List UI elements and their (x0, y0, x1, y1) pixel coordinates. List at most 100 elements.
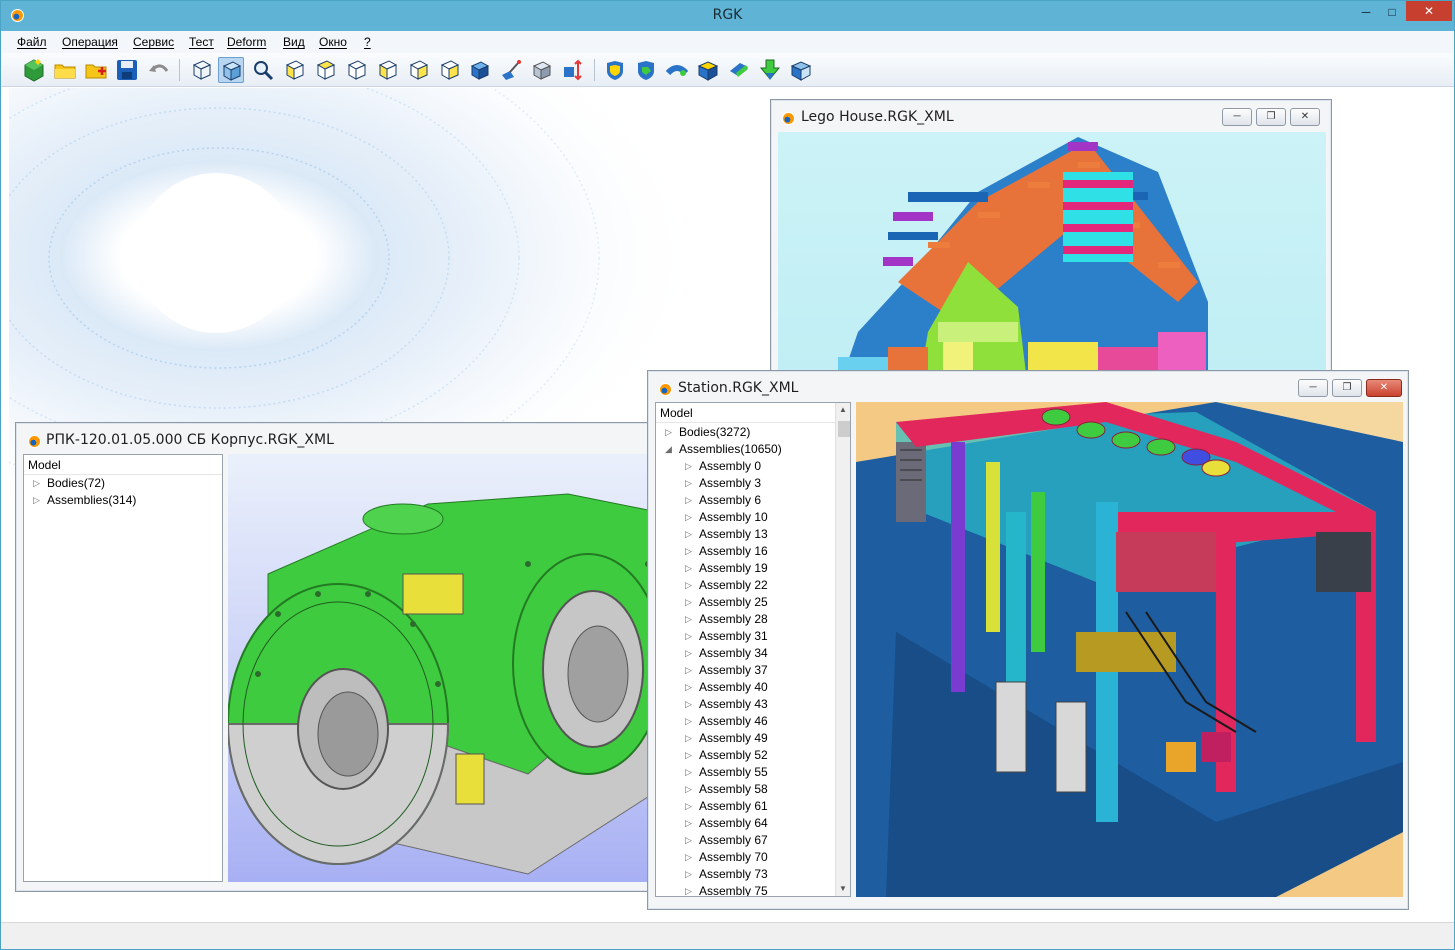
tree-item-assembly[interactable]: ▷ Assembly 67 (656, 832, 834, 849)
expand-arrow-icon[interactable]: ▷ (685, 526, 695, 543)
tree-item-bodies[interactable]: ▷ Bodies(72) (24, 475, 222, 492)
tree-item-assembly[interactable]: ▷ Assembly 58 (656, 781, 834, 798)
tree-item-assembly[interactable]: ▷ Assembly 73 (656, 866, 834, 883)
tree-item-assembly[interactable]: ▷ Assembly 40 (656, 679, 834, 696)
expand-arrow-icon[interactable]: ▷ (685, 475, 695, 492)
menu-view[interactable]: Вид (283, 35, 305, 49)
tree-item-assembly[interactable]: ▷ Assembly 75 (656, 883, 834, 896)
menu-file[interactable]: Файл (17, 35, 47, 49)
menu-deform[interactable]: Deform (227, 35, 266, 49)
expand-arrow-icon[interactable]: ▷ (33, 492, 43, 509)
new-model-button[interactable] (21, 57, 47, 83)
menu-operation[interactable]: Операция (62, 35, 118, 49)
body-cyan-button[interactable] (726, 57, 752, 83)
tree-item-assembly[interactable]: ▷ Assembly 28 (656, 611, 834, 628)
tree-item-assemblies[interactable]: ▷ Assemblies(314) (24, 492, 222, 509)
tree-item-bodies[interactable]: ▷ Bodies(3272) (656, 424, 834, 441)
tree-item-assembly[interactable]: ▷ Assembly 55 (656, 764, 834, 781)
station-window[interactable]: Station.RGK_XML ─ ❐ ✕ Model ▷ Bodies(327… (647, 370, 1409, 910)
menu-window[interactable]: Окно (319, 35, 347, 49)
expand-arrow-icon[interactable]: ▷ (685, 730, 695, 747)
tree-item-assembly[interactable]: ▷ Assembly 34 (656, 645, 834, 662)
tree-item-assembly[interactable]: ▷ Assembly 43 (656, 696, 834, 713)
view-bottom-button[interactable] (436, 57, 462, 83)
close-button[interactable]: ✕ (1406, 1, 1452, 21)
expand-arrow-icon[interactable]: ▷ (685, 509, 695, 526)
view-back-button[interactable] (312, 57, 338, 83)
section-button[interactable] (529, 57, 555, 83)
expand-arrow-icon[interactable]: ▷ (685, 849, 695, 866)
expand-arrow-icon[interactable]: ▷ (685, 883, 695, 896)
open-folder-button[interactable] (52, 57, 78, 83)
undo-button[interactable] (145, 57, 171, 83)
tree-item-assembly[interactable]: ▷ Assembly 49 (656, 730, 834, 747)
tree-item-assembly[interactable]: ▷ Assembly 16 (656, 543, 834, 560)
expand-arrow-icon[interactable]: ▷ (685, 866, 695, 883)
save-button[interactable] (114, 57, 140, 83)
body-arrow-button[interactable] (757, 57, 783, 83)
station-maximize-button[interactable]: ❐ (1332, 379, 1362, 397)
view-front-button[interactable] (281, 57, 307, 83)
pipe-button[interactable] (664, 57, 690, 83)
expand-arrow-icon[interactable]: ▷ (685, 798, 695, 815)
expand-arrow-icon[interactable]: ▷ (665, 424, 675, 441)
lego-maximize-button[interactable]: ❐ (1256, 108, 1286, 126)
expand-arrow-icon[interactable]: ▷ (685, 560, 695, 577)
scroll-down-arrow-icon[interactable]: ▼ (839, 884, 847, 893)
transform-button[interactable] (560, 57, 586, 83)
tree-item-assembly[interactable]: ▷ Assembly 37 (656, 662, 834, 679)
expand-arrow-icon[interactable]: ▷ (685, 645, 695, 662)
body-blue-button[interactable] (788, 57, 814, 83)
tree-item-assemblies[interactable]: ◢ Assemblies(10650) (656, 441, 834, 458)
tree-item-assembly[interactable]: ▷ Assembly 31 (656, 628, 834, 645)
menu-help[interactable]: ? (364, 35, 371, 49)
tree-item-assembly[interactable]: ▷ Assembly 64 (656, 815, 834, 832)
expand-arrow-icon[interactable]: ▷ (685, 628, 695, 645)
zoom-button[interactable] (250, 57, 276, 83)
body-gold-button[interactable] (695, 57, 721, 83)
expand-arrow-icon[interactable]: ▷ (685, 781, 695, 798)
tree-item-assembly[interactable]: ▷ Assembly 13 (656, 526, 834, 543)
station-minimize-button[interactable]: ─ (1298, 379, 1328, 397)
tree-item-assembly[interactable]: ▷ Assembly 19 (656, 560, 834, 577)
expand-arrow-icon[interactable]: ▷ (685, 815, 695, 832)
expand-arrow-icon[interactable]: ▷ (685, 832, 695, 849)
title-bar[interactable]: RGK ─ □ ✕ (1, 1, 1454, 31)
view-iso-button[interactable] (467, 57, 493, 83)
expand-arrow-icon[interactable]: ▷ (685, 679, 695, 696)
expand-arrow-icon[interactable]: ▷ (685, 747, 695, 764)
body-yellow-button[interactable] (602, 57, 628, 83)
menu-test[interactable]: Тест (189, 35, 214, 49)
tree-item-assembly[interactable]: ▷ Assembly 10 (656, 509, 834, 526)
scroll-thumb[interactable] (838, 421, 850, 437)
lego-house-window[interactable]: Lego House.RGK_XML ─ ❐ ✕ (770, 99, 1332, 390)
rpk-3d-viewport[interactable] (228, 454, 674, 882)
view-right-button[interactable] (374, 57, 400, 83)
expand-arrow-icon[interactable]: ▷ (685, 764, 695, 781)
rpk-window[interactable]: РПК-120.01.05.000 СБ Корпус.RGK_XML Mode… (15, 422, 675, 892)
menu-service[interactable]: Сервис (133, 35, 174, 49)
view-top-button[interactable] (405, 57, 431, 83)
paint-button[interactable] (498, 57, 524, 83)
expand-arrow-icon[interactable]: ▷ (33, 475, 43, 492)
tree-item-assembly[interactable]: ▷ Assembly 46 (656, 713, 834, 730)
station-close-button[interactable]: ✕ (1366, 379, 1402, 397)
expand-arrow-icon[interactable]: ▷ (685, 577, 695, 594)
collapse-arrow-icon[interactable]: ◢ (665, 441, 675, 458)
lego-minimize-button[interactable]: ─ (1222, 108, 1252, 126)
tree-item-assembly[interactable]: ▷ Assembly 6 (656, 492, 834, 509)
expand-arrow-icon[interactable]: ▷ (685, 594, 695, 611)
lego-close-button[interactable]: ✕ (1290, 108, 1320, 126)
open-add-button[interactable] (83, 57, 109, 83)
expand-arrow-icon[interactable]: ▷ (685, 543, 695, 560)
lego-3d-viewport[interactable] (778, 132, 1326, 390)
scroll-up-arrow-icon[interactable]: ▲ (839, 405, 847, 414)
expand-arrow-icon[interactable]: ▷ (685, 492, 695, 509)
expand-arrow-icon[interactable]: ▷ (685, 662, 695, 679)
tree-item-assembly[interactable]: ▷ Assembly 52 (656, 747, 834, 764)
tree-item-assembly[interactable]: ▷ Assembly 0 (656, 458, 834, 475)
minimize-button[interactable]: ─ (1353, 1, 1379, 23)
rpk-model-tree[interactable]: Model ▷ Bodies(72) ▷ Assemblies(314) (23, 454, 223, 882)
tree-item-assembly[interactable]: ▷ Assembly 3 (656, 475, 834, 492)
expand-arrow-icon[interactable]: ▷ (685, 696, 695, 713)
